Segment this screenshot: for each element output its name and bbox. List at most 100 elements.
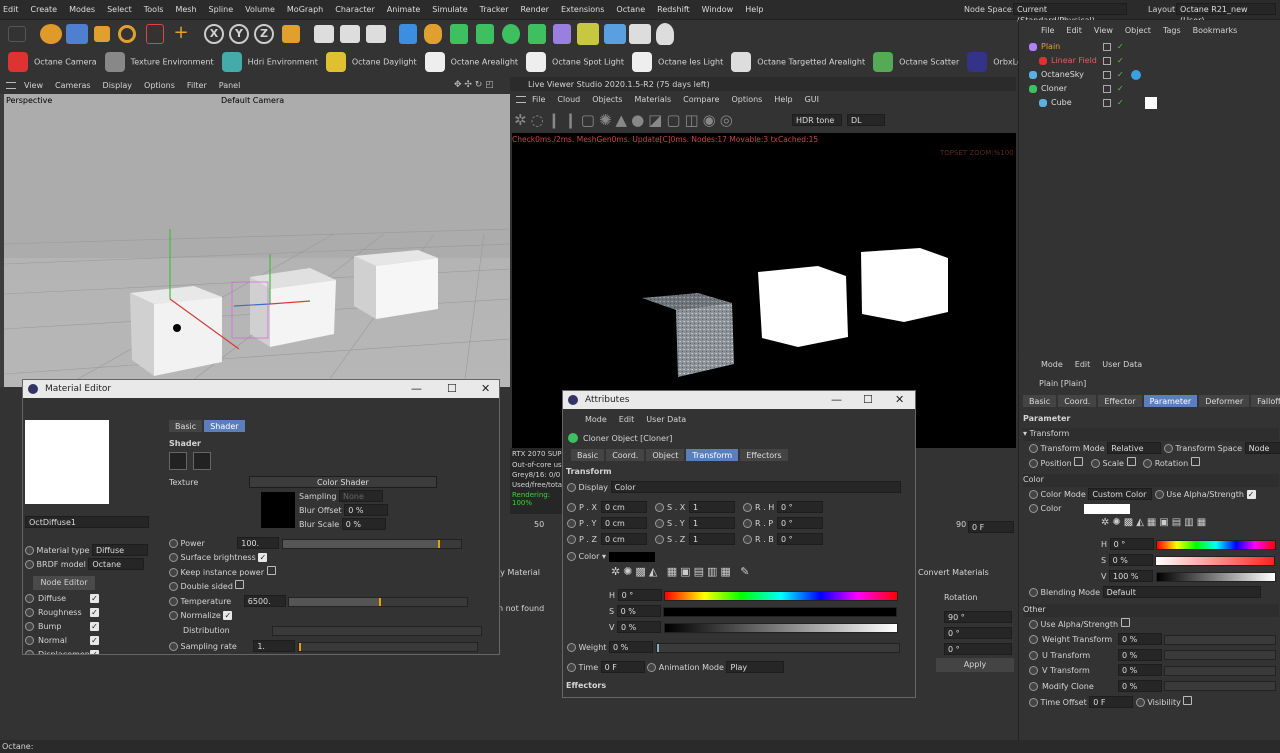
radio-icon[interactable] xyxy=(1029,444,1038,453)
use-alpha-checkbox[interactable]: ✓ xyxy=(1246,490,1256,499)
modify-clone-slider[interactable] xyxy=(1164,681,1276,691)
temperature-slider[interactable] xyxy=(288,596,469,607)
psr-field-sx[interactable]: 1 xyxy=(689,501,735,513)
viewport-menu-icon[interactable] xyxy=(6,82,16,89)
viewport-nav-icons[interactable]: ✥ ✣ ↻ ◰ xyxy=(454,80,494,90)
rot-h-field[interactable]: 90 ° xyxy=(944,611,1012,623)
saturation-slider[interactable] xyxy=(663,606,898,617)
blur-scale-field[interactable]: 0 % xyxy=(341,518,386,530)
viewport-menu-cameras[interactable]: Cameras xyxy=(55,81,91,90)
viewport-menu-panel[interactable]: Panel xyxy=(219,81,241,90)
radio-icon[interactable] xyxy=(567,535,576,544)
material-tag-icon[interactable] xyxy=(1145,97,1157,109)
node-space-select[interactable]: Current (Standard/Physical) xyxy=(1013,3,1127,25)
radio-icon[interactable] xyxy=(169,582,178,591)
tab-effectors[interactable]: Effectors xyxy=(740,449,788,461)
tab-effector[interactable]: Effector xyxy=(1098,395,1142,407)
radio-icon[interactable] xyxy=(655,519,664,528)
radio-icon[interactable] xyxy=(743,519,752,528)
tab-basic[interactable]: Basic xyxy=(1023,395,1057,407)
octane-tool-octane-targetted-arealight[interactable]: Octane Targetted Arealight xyxy=(731,52,865,72)
menu-simulate[interactable]: Simulate xyxy=(432,5,467,14)
weight-transform-slider[interactable] xyxy=(1164,634,1276,645)
u-transform-field[interactable]: 0 % xyxy=(1118,648,1162,661)
apply-button[interactable]: Apply xyxy=(936,658,1014,672)
use-alpha2-checkbox[interactable] xyxy=(1120,618,1130,627)
menu-spline[interactable]: Spline xyxy=(209,5,234,14)
enabled-icon[interactable]: ✓ xyxy=(1117,68,1124,82)
psr-field-sy[interactable]: 1 xyxy=(689,517,735,529)
enabled-icon[interactable]: ✓ xyxy=(1117,82,1124,96)
axis-y-icon[interactable]: Y xyxy=(229,24,249,44)
octane-tool-texture-environment[interactable]: Texture Environment xyxy=(104,52,214,72)
radio-icon[interactable] xyxy=(1154,490,1164,499)
value-slider[interactable] xyxy=(663,622,898,633)
v-transform-slider[interactable] xyxy=(1164,665,1276,676)
visibility-icon[interactable] xyxy=(1103,57,1111,65)
live-viewer-menu-icon[interactable] xyxy=(516,96,526,103)
radio-icon[interactable] xyxy=(169,611,178,620)
tab-object[interactable]: Object xyxy=(646,449,685,461)
menu-render[interactable]: Render xyxy=(520,5,548,14)
menu-extensions[interactable]: Extensions xyxy=(561,5,604,14)
distribution-slider[interactable] xyxy=(272,625,483,636)
rot-p-field[interactable]: 0 ° xyxy=(944,627,1012,639)
radio-icon[interactable] xyxy=(1029,650,1038,660)
texture-preview[interactable] xyxy=(261,492,295,528)
lv-menu-materials[interactable]: Materials xyxy=(634,95,671,104)
object-row-linear-field[interactable]: Linear Field ✓ xyxy=(1023,54,1279,68)
floor-icon[interactable] xyxy=(577,23,599,45)
visibility-checkbox[interactable] xyxy=(1183,696,1193,705)
channel-checkbox[interactable]: ✓ xyxy=(90,608,99,617)
channel-bump[interactable]: Bump ✓ xyxy=(25,620,103,634)
radio-icon[interactable] xyxy=(567,483,576,492)
radio-icon[interactable] xyxy=(647,663,657,672)
object-row-cloner[interactable]: Cloner ✓ xyxy=(1023,82,1279,96)
scale-tool-icon[interactable] xyxy=(94,26,110,42)
rot-b-field[interactable]: 0 ° xyxy=(944,643,1012,655)
weight-slider[interactable] xyxy=(655,642,900,653)
lv-menu-objects[interactable]: Objects xyxy=(592,95,622,104)
sampling-select[interactable]: None xyxy=(339,490,383,502)
menu-animate[interactable]: Animate xyxy=(387,5,421,14)
deformer-icon[interactable] xyxy=(553,24,571,44)
radio-icon[interactable] xyxy=(1029,635,1038,644)
sky-tag-icon[interactable] xyxy=(1131,70,1141,80)
radio-icon[interactable] xyxy=(567,503,576,512)
maximize-button[interactable]: ☐ xyxy=(447,380,457,398)
color-swatch[interactable] xyxy=(608,551,655,562)
radio-icon[interactable] xyxy=(1029,504,1038,513)
radio-icon[interactable] xyxy=(25,608,34,617)
object-row-plain[interactable]: Plain ✓ xyxy=(1023,40,1279,54)
radio-icon[interactable] xyxy=(567,552,576,561)
anim-mode-select[interactable]: Play xyxy=(726,661,785,673)
normalize-checkbox[interactable]: ✓ xyxy=(223,611,233,620)
object-row-octanesky[interactable]: OctaneSky ✓ xyxy=(1023,68,1279,82)
octane-tool-octane-camera[interactable]: Octane Camera xyxy=(8,52,97,72)
temperature-field[interactable]: 6500. xyxy=(243,595,286,607)
radio-icon[interactable] xyxy=(1029,459,1038,468)
color-picker-icons[interactable]: ✲✺▩◭▦▣▤▥▦ xyxy=(1101,517,1209,528)
s-field[interactable]: 0 % xyxy=(1108,554,1153,566)
minimize-button[interactable]: — xyxy=(411,380,422,398)
coord-system-icon[interactable] xyxy=(282,25,300,43)
subdivision-icon[interactable] xyxy=(450,24,468,44)
psr-field-rh[interactable]: 0 ° xyxy=(777,501,823,513)
radio-icon[interactable] xyxy=(655,503,664,512)
octane-tool-octane-spot-light[interactable]: Octane Spot Light xyxy=(526,52,624,72)
channel-checkbox[interactable]: ✓ xyxy=(90,636,99,645)
viewport-menu-display[interactable]: Display xyxy=(103,81,133,90)
visibility-icon[interactable] xyxy=(1103,71,1111,79)
radio-icon[interactable] xyxy=(1090,459,1100,468)
channel-displacement[interactable]: Displacement✓ xyxy=(25,648,103,654)
enabled-icon[interactable]: ✓ xyxy=(1117,96,1124,110)
radio-icon[interactable] xyxy=(25,636,34,645)
viewport-menu-view[interactable]: View xyxy=(24,81,43,90)
radio-icon[interactable] xyxy=(25,594,34,603)
scale-checkbox[interactable] xyxy=(1126,457,1136,466)
menu-select[interactable]: Select xyxy=(107,5,132,14)
lv-tool-icons[interactable]: ✲◌❙❙▢✺▲●◪▢◫◉◎ xyxy=(514,111,737,129)
radio-icon[interactable] xyxy=(1135,698,1145,707)
power-field[interactable]: 100. xyxy=(237,537,280,549)
ar-menu-user-data[interactable]: User Data xyxy=(1102,360,1142,369)
